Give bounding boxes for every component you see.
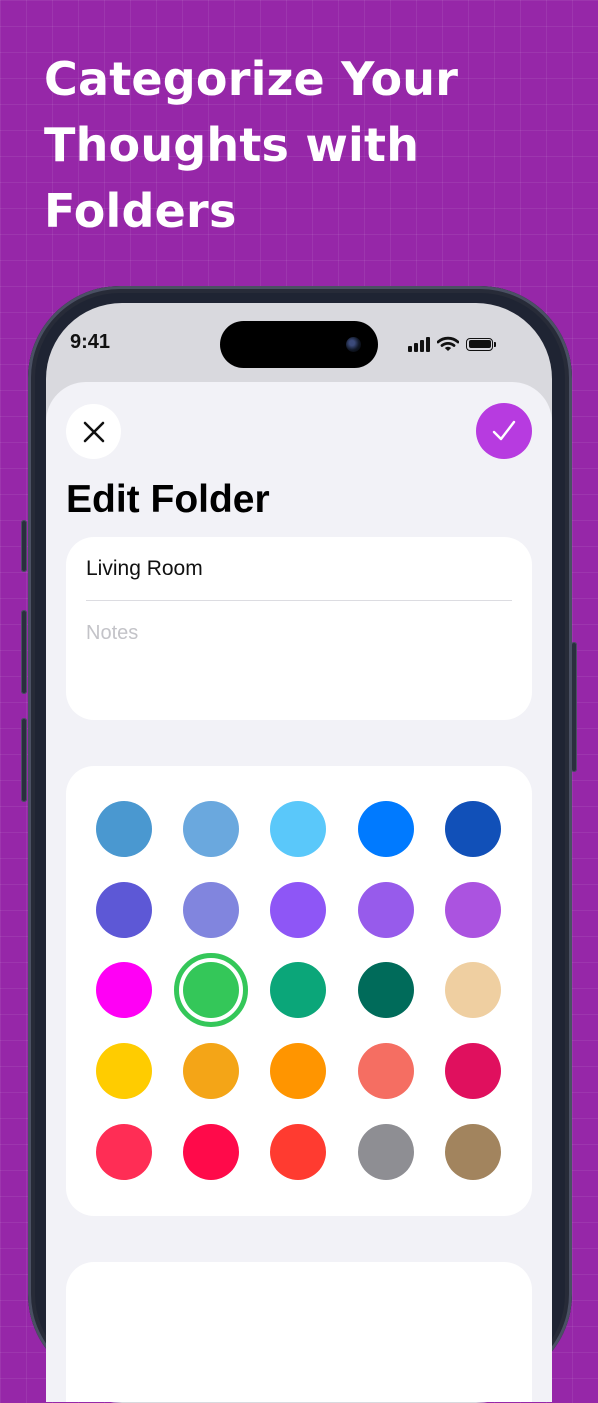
- notes-field[interactable]: Notes: [86, 622, 138, 645]
- icon-picker-card: [66, 1262, 532, 1402]
- color-swatch[interactable]: [96, 882, 152, 938]
- phone-volume-down-button: [21, 718, 27, 802]
- color-swatch[interactable]: [183, 1043, 239, 1099]
- color-swatch[interactable]: [96, 1043, 152, 1099]
- color-swatch[interactable]: [358, 1124, 414, 1180]
- edit-folder-sheet: Edit Folder Living Room Notes: [46, 382, 552, 1402]
- checkmark-icon: [492, 420, 516, 441]
- color-swatch[interactable]: [358, 801, 414, 857]
- dynamic-island: [220, 321, 378, 368]
- color-swatch[interactable]: [183, 1124, 239, 1180]
- color-swatch[interactable]: [270, 801, 326, 857]
- confirm-button[interactable]: [476, 403, 532, 459]
- color-swatch[interactable]: [358, 962, 414, 1018]
- color-swatch[interactable]: [96, 962, 152, 1018]
- color-swatch[interactable]: [445, 882, 501, 938]
- color-swatch[interactable]: [183, 801, 239, 857]
- wifi-icon: [437, 336, 459, 351]
- color-swatch[interactable]: [445, 1124, 501, 1180]
- close-icon: [83, 421, 104, 442]
- color-swatch[interactable]: [358, 882, 414, 938]
- close-button[interactable]: [66, 404, 121, 459]
- divider: [86, 600, 512, 601]
- color-swatch[interactable]: [445, 962, 501, 1018]
- color-swatch[interactable]: [96, 801, 152, 857]
- headline: Categorize Your Thoughts with Folders: [44, 46, 564, 244]
- color-swatch[interactable]: [183, 882, 239, 938]
- headline-line-1: Categorize Your: [44, 52, 459, 106]
- status-icons: [408, 334, 496, 354]
- headline-line-2: Thoughts with: [44, 118, 420, 172]
- color-swatch[interactable]: [445, 801, 501, 857]
- color-picker-card: [66, 766, 532, 1216]
- color-swatch[interactable]: [270, 882, 326, 938]
- color-swatch[interactable]: [445, 1043, 501, 1099]
- color-swatch[interactable]: [358, 1043, 414, 1099]
- phone-action-button: [21, 520, 27, 572]
- color-swatch-selected[interactable]: [174, 953, 248, 1027]
- battery-icon: [466, 337, 496, 351]
- color-swatch[interactable]: [96, 1124, 152, 1180]
- headline-line-3: Folders: [44, 184, 237, 238]
- phone-volume-up-button: [21, 610, 27, 694]
- folder-details-card: Living Room Notes: [66, 537, 532, 720]
- cellular-signal-icon: [408, 336, 430, 352]
- folder-name-field[interactable]: Living Room: [86, 557, 203, 581]
- status-time: 9:41: [70, 331, 111, 353]
- camera-icon: [346, 337, 361, 352]
- color-swatch[interactable]: [270, 962, 326, 1018]
- color-swatch[interactable]: [270, 1043, 326, 1099]
- color-swatch[interactable]: [270, 1124, 326, 1180]
- page-title: Edit Folder: [66, 478, 270, 521]
